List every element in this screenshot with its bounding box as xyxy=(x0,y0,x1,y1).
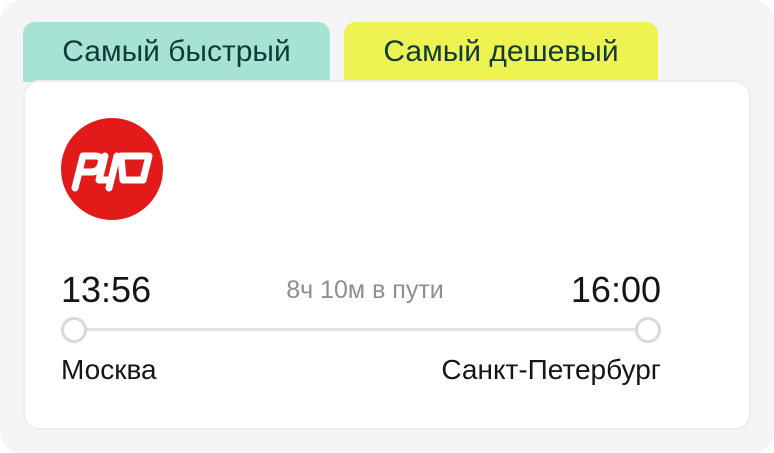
arrival-city: Санкт-Петербург xyxy=(441,354,661,385)
arrival-time: 16:00 xyxy=(570,269,661,310)
trip-card[interactable]: 13:56 8ч 10м в пути 16:00 Москва Санкт-П… xyxy=(25,82,749,428)
departure-city: Москва xyxy=(61,354,157,385)
rzd-logo-icon xyxy=(61,118,163,220)
ticket-widget: Самый быстрый Самый дешевый 13:56 8ч 10м… xyxy=(0,0,774,453)
tab-fastest-label: Самый быстрый xyxy=(62,35,291,68)
tab-fastest[interactable]: Самый быстрый xyxy=(23,22,330,82)
arrival-stop-marker xyxy=(635,317,661,343)
route-line xyxy=(73,328,649,331)
departure-stop-marker xyxy=(61,317,87,343)
tab-cheapest[interactable]: Самый дешевый xyxy=(344,22,658,82)
tab-cheapest-label: Самый дешевый xyxy=(383,35,619,68)
